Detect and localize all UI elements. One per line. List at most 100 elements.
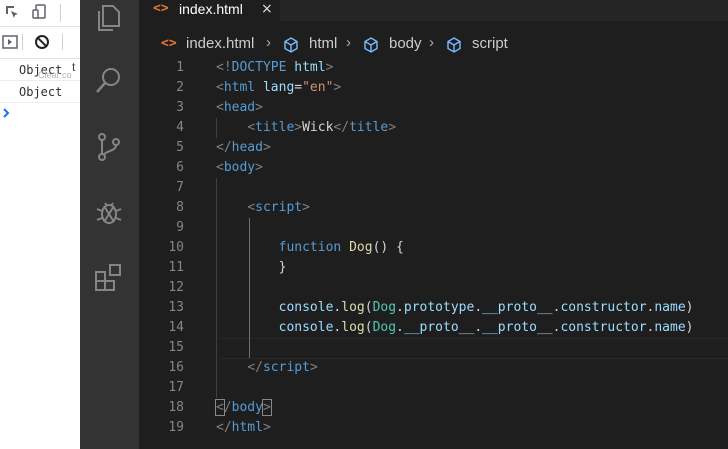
code-line[interactable]: <head> <box>216 98 263 118</box>
code-token: __proto__ <box>403 320 475 335</box>
clear-console-icon[interactable] <box>34 34 50 50</box>
code-line[interactable]: console.log(Dog.__proto__.__proto__.cons… <box>216 318 694 338</box>
line-number: 7 <box>176 180 184 195</box>
editor-tab-bar: <> index.html × <box>139 0 728 21</box>
line-number: 17 <box>168 380 184 395</box>
line-number: 6 <box>176 160 184 175</box>
code-token: > <box>262 140 271 155</box>
show-sidebar-icon[interactable] <box>2 34 18 50</box>
console-log-row[interactable]: Object <box>0 82 80 103</box>
code-line[interactable]: console.log(Dog.prototype.__proto__.cons… <box>216 298 694 318</box>
code-token: constructor <box>560 300 647 315</box>
line-number: 5 <box>176 140 184 155</box>
current-line-highlight <box>219 338 728 359</box>
filter-divider-2 <box>62 34 63 50</box>
code-token: </ <box>333 120 350 135</box>
code-token: Dog <box>372 320 397 335</box>
line-number: 14 <box>168 320 184 335</box>
run-debug-icon[interactable] <box>93 196 125 228</box>
code-token: < <box>216 100 224 115</box>
code-line[interactable]: function Dog() { <box>216 238 404 258</box>
code-token: log <box>341 320 365 335</box>
code-token: console <box>278 320 334 335</box>
code-line[interactable]: <!DOCTYPE html> <box>216 58 333 78</box>
chevron-right-icon: › <box>429 34 434 51</box>
code-token: < <box>247 200 256 215</box>
code-token: log <box>341 300 365 315</box>
code-token: html <box>223 80 256 95</box>
code-line[interactable]: </head> <box>216 138 271 158</box>
code-token: function <box>278 240 342 255</box>
extensions-icon[interactable] <box>93 262 125 294</box>
code-token: } <box>278 260 287 275</box>
code-token: script <box>255 200 303 215</box>
clear-console-tooltip: Clear co <box>38 70 72 80</box>
line-number: 2 <box>176 80 184 95</box>
code-line[interactable]: <html lang="en"> <box>216 78 341 98</box>
code-token: ) <box>685 300 694 315</box>
code-line[interactable]: } <box>216 258 287 278</box>
activity-bar <box>80 0 139 449</box>
code-token: __proto__ <box>482 320 553 335</box>
inspect-element-icon[interactable] <box>4 4 20 20</box>
code-line[interactable]: <script> <box>216 198 310 218</box>
code-token: > <box>333 80 342 95</box>
html-file-icon: <> <box>153 1 169 16</box>
breadcrumb-item-html[interactable]: html <box>309 35 337 52</box>
code-token: > <box>302 200 310 215</box>
code-token: > <box>255 160 263 175</box>
code-editor: <> index.html × <> index.html › html › b… <box>139 0 728 449</box>
breadcrumb: <> index.html › html › body › script <box>139 33 728 55</box>
line-number: 4 <box>176 120 184 135</box>
code-token: . <box>474 320 483 335</box>
code-token: . <box>396 300 404 315</box>
code-line[interactable]: </html> <box>216 418 271 438</box>
chevron-right-icon: › <box>266 34 271 51</box>
breadcrumb-item-body[interactable]: body <box>389 35 422 52</box>
code-token: ( <box>364 300 373 315</box>
toolbar-divider <box>60 4 61 22</box>
console-prompt-chevron-icon[interactable] <box>2 106 12 120</box>
code-line[interactable]: <title>Wick</title> <box>216 118 396 138</box>
explorer-icon[interactable] <box>93 2 125 34</box>
code-token: > <box>294 120 303 135</box>
code-token: = <box>294 80 303 95</box>
chevron-right-icon: › <box>346 34 351 51</box>
search-icon[interactable] <box>93 64 125 96</box>
code-token: < <box>247 120 256 135</box>
code-token: > <box>261 399 272 416</box>
code-token: > <box>388 120 397 135</box>
line-number: 3 <box>176 100 184 115</box>
source-control-icon[interactable] <box>93 131 125 163</box>
code-token: console <box>278 300 334 315</box>
code-token: > <box>262 420 271 435</box>
code-line[interactable]: </script> <box>216 358 317 378</box>
breadcrumb-file[interactable]: index.html <box>186 35 254 52</box>
code-token: html <box>231 420 263 435</box>
code-token: constructor <box>560 320 647 335</box>
code-token: . <box>474 300 483 315</box>
code-token: Wick <box>302 120 334 135</box>
code-line[interactable]: <body> <box>216 158 263 178</box>
console-filter-bar: t <box>0 26 80 74</box>
line-number: 19 <box>168 420 184 435</box>
device-toolbar-icon[interactable] <box>32 4 48 20</box>
symbol-element-icon <box>364 37 378 53</box>
code-token: / <box>223 400 232 415</box>
code-token: < <box>215 399 225 416</box>
code-line[interactable]: </body> <box>215 398 272 418</box>
tab-label: index.html <box>179 1 243 17</box>
breadcrumb-item-script[interactable]: script <box>472 35 508 52</box>
code-token: </ <box>216 140 232 155</box>
line-number: 8 <box>176 200 184 215</box>
close-icon[interactable]: × <box>261 0 273 19</box>
console-log-value: Object <box>19 85 63 99</box>
line-number: 13 <box>168 300 184 315</box>
code-token: __proto__ <box>482 300 553 315</box>
code-token: body <box>231 400 263 415</box>
tab-index-html[interactable]: <> index.html × <box>139 0 280 21</box>
devtools-toolbar <box>0 0 80 27</box>
